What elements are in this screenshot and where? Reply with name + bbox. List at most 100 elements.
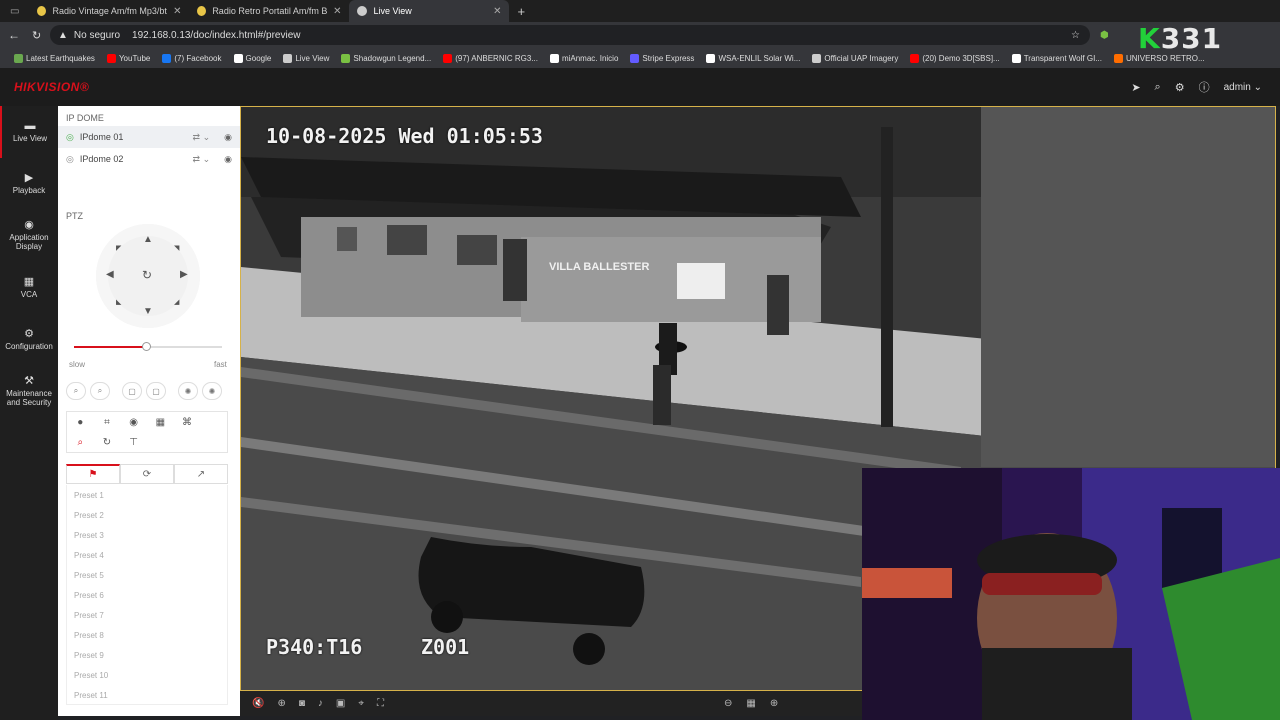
- tab-close-icon[interactable]: ✕: [173, 6, 181, 17]
- preset-item[interactable]: Preset 3: [67, 525, 227, 545]
- channel-logo-number: 331: [1160, 22, 1223, 55]
- preset-item[interactable]: Preset 6: [67, 585, 227, 605]
- search-icon[interactable]: ⌕: [1155, 81, 1161, 94]
- new-tab-button[interactable]: +: [517, 4, 525, 19]
- nav-vca[interactable]: ▦ VCA: [0, 262, 58, 314]
- camera-item[interactable]: ◎ IPdome 01 ⇄ ⌄ ◉: [58, 126, 240, 148]
- iris-close-button[interactable]: ✺: [202, 382, 222, 400]
- wiper-icon[interactable]: ⊤: [129, 437, 138, 448]
- preset-item[interactable]: Preset 5: [67, 565, 227, 585]
- ptz-up-button[interactable]: ▲: [143, 234, 153, 245]
- refresh-icon[interactable]: ↻: [103, 437, 111, 448]
- target-icon[interactable]: ◉: [129, 417, 138, 428]
- bookmark[interactable]: Stripe Express: [630, 53, 694, 63]
- osd-timestamp: 10-08-2025 Wed 01:05:53: [266, 124, 543, 148]
- stop-all-icon[interactable]: ▦: [746, 698, 755, 709]
- iris-open-button[interactable]: ✺: [178, 382, 198, 400]
- preset-item[interactable]: Preset 7: [67, 605, 227, 625]
- next-icon[interactable]: ⊕: [770, 698, 778, 709]
- ptz-upright-button[interactable]: ◥: [174, 244, 179, 252]
- tab-pattern[interactable]: ↗: [174, 464, 228, 483]
- bookmark-icon: [14, 53, 23, 63]
- tab-favicon: [197, 6, 207, 16]
- preset-item[interactable]: Preset 2: [67, 505, 227, 525]
- tab-close-icon[interactable]: ✕: [333, 6, 341, 17]
- zoom-icon[interactable]: ⊕: [277, 698, 285, 709]
- tab-list-icon[interactable]: ▭: [10, 6, 19, 17]
- tab-patrol[interactable]: ⟳: [120, 464, 174, 483]
- slider-knob[interactable]: [142, 342, 151, 351]
- camera-item[interactable]: ◎ IPdome 02 ⇄ ⌄ ◉: [58, 148, 240, 170]
- digital-zoom-icon[interactable]: ⌖: [358, 698, 364, 709]
- nav-live-view[interactable]: ▬ Live View: [0, 106, 58, 158]
- zoom-out-button[interactable]: ⌕: [66, 382, 86, 400]
- back-icon[interactable]: ←: [8, 28, 20, 42]
- bookmark[interactable]: (20) Demo 3D[SBS]...: [910, 53, 1000, 63]
- ptz-left-button[interactable]: ◀: [106, 269, 114, 280]
- preset-item[interactable]: Preset 4: [67, 545, 227, 565]
- preset-item[interactable]: Preset 9: [67, 645, 227, 665]
- record-icon[interactable]: ◉: [224, 154, 232, 165]
- send-icon[interactable]: ➤: [1131, 81, 1140, 94]
- bookmark[interactable]: (97) ANBERNIC RG3...: [443, 53, 538, 63]
- record-clip-icon[interactable]: ▣: [336, 698, 345, 709]
- browser-tab-2[interactable]: Radio Retro Portatil Am/fm Bluet ✕: [189, 0, 349, 22]
- stream-icon[interactable]: ⇄ ⌄: [193, 132, 211, 143]
- star-icon[interactable]: ☆: [1071, 30, 1080, 41]
- bookmark[interactable]: Latest Earthquakes: [14, 53, 95, 63]
- url-field[interactable]: ▲ No seguro 192.168.0.13/doc/index.html#…: [50, 25, 1090, 45]
- bookmark[interactable]: Transparent Wolf GI...: [1011, 53, 1102, 63]
- tab-title: Live View: [373, 6, 412, 16]
- bookmark[interactable]: miAnmac. Inicio: [549, 53, 618, 63]
- zoom-in-button[interactable]: ⌕: [90, 382, 110, 400]
- bookmark[interactable]: Official UAP Imagery: [812, 53, 899, 63]
- mute-icon[interactable]: 🔇: [252, 698, 264, 709]
- ptz-right-button[interactable]: ▶: [180, 269, 188, 280]
- bookmark-label: Official UAP Imagery: [824, 53, 899, 63]
- reload-icon[interactable]: ↻: [32, 29, 41, 42]
- preset-item[interactable]: Preset 8: [67, 625, 227, 645]
- preset-item[interactable]: Preset 10: [67, 665, 227, 685]
- bookmark[interactable]: Live View: [283, 53, 329, 63]
- ptz-speed-slider[interactable]: [74, 342, 222, 351]
- nav-application-display[interactable]: ◉ Application Display: [0, 210, 58, 262]
- extension-icon[interactable]: ⬢: [1100, 30, 1109, 41]
- focus-near-button[interactable]: ▢: [122, 382, 142, 400]
- tab-presets[interactable]: ⚑: [66, 464, 120, 483]
- zoom-area-icon[interactable]: ⌕: [78, 437, 84, 448]
- bookmark[interactable]: WSA-ENLIL Solar Wi...: [706, 53, 800, 63]
- layout-icon[interactable]: ▦: [156, 417, 165, 428]
- user-menu[interactable]: admin ⌄: [1224, 82, 1262, 93]
- bookmark[interactable]: Shadowgun Legend...: [341, 53, 431, 63]
- fullscreen-icon[interactable]: ⛶: [377, 698, 384, 709]
- settings-icon[interactable]: ⚙: [1175, 81, 1185, 94]
- auto-rotate-icon[interactable]: ↻: [142, 268, 152, 282]
- ptz-upleft-button[interactable]: ◤: [116, 244, 121, 252]
- ptz-label: PTZ: [66, 211, 83, 221]
- prev-icon[interactable]: ⊖: [724, 698, 732, 709]
- record-icon[interactable]: ◉: [224, 132, 232, 143]
- browser-tab-3[interactable]: Live View ✕: [349, 0, 510, 22]
- light-icon[interactable]: ●: [77, 417, 83, 428]
- tab-close-icon[interactable]: ✕: [493, 6, 501, 17]
- mic-icon[interactable]: ♪: [318, 698, 323, 709]
- browser-tab-1[interactable]: Radio Vintage Am/fm Mp3/bt,au ✕: [29, 0, 189, 22]
- ptz-dpad: ▲ ▼ ◀ ▶ ◤ ◥ ◣ ◢ ↻: [96, 224, 200, 328]
- ptz-down-button[interactable]: ▼: [143, 306, 153, 317]
- ptz-downright-button[interactable]: ◢: [174, 298, 179, 306]
- bookmark[interactable]: YouTube: [106, 53, 150, 63]
- ptz-downleft-button[interactable]: ◣: [116, 298, 121, 306]
- bookmark[interactable]: Google: [233, 53, 271, 63]
- info-icon[interactable]: ⓘ: [1199, 79, 1210, 95]
- capture-icon[interactable]: ◙: [299, 698, 305, 709]
- nav-playback[interactable]: ▶ Playback: [0, 158, 58, 210]
- scan-icon[interactable]: ⌘: [182, 417, 192, 428]
- focus-far-button[interactable]: ▢: [146, 382, 166, 400]
- preset-item[interactable]: Preset 1: [67, 485, 227, 505]
- stream-icon[interactable]: ⇄ ⌄: [193, 154, 211, 165]
- nav-maintenance[interactable]: ⚒ Maintenance and Security: [0, 366, 58, 418]
- bookmark[interactable]: (7) Facebook: [162, 53, 222, 63]
- focus-icon[interactable]: ⌗: [104, 417, 110, 428]
- nav-configuration[interactable]: ⚙ Configuration: [0, 314, 58, 366]
- preset-item[interactable]: Preset 11: [67, 685, 227, 705]
